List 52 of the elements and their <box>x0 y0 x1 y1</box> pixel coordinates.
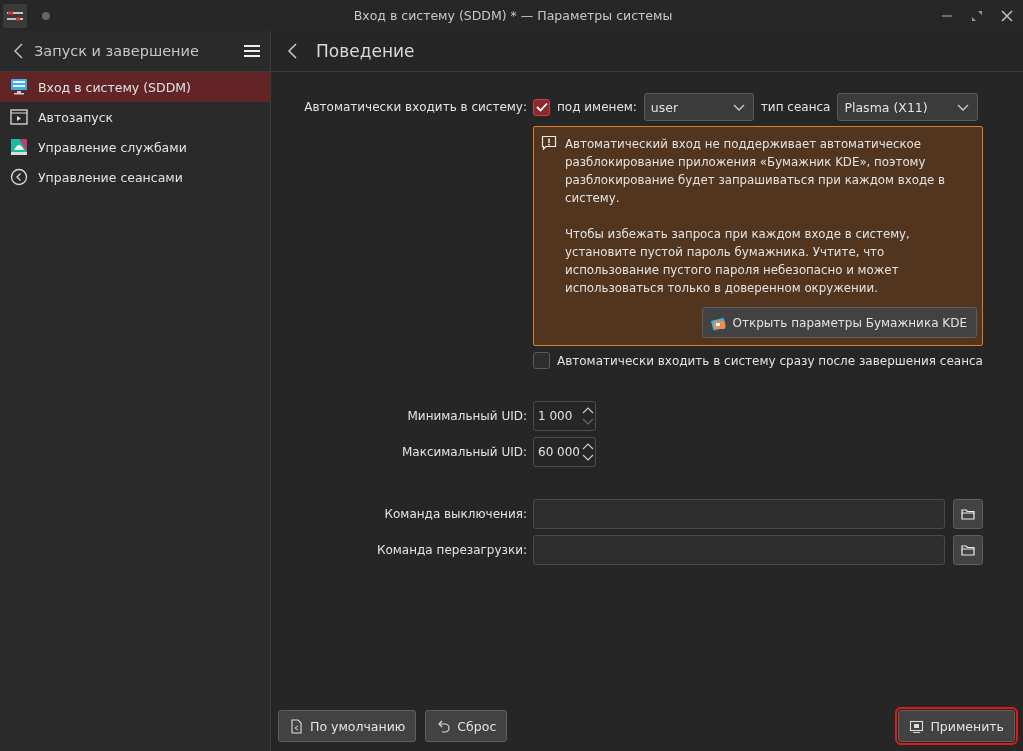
defaults-button[interactable]: По умолчанию <box>278 710 417 742</box>
field-label: под именем: <box>557 100 637 114</box>
warning-text: Автоматический вход не поддерживает автоматическое разблокирование приложения «Бумажник KDE», поэтому разблокирование будет запрашиваться при каждом входе в систему. <box>565 136 946 207</box>
monitor-icon <box>10 78 28 96</box>
close-icon <box>1000 8 1014 23</box>
sidebar-title: Запуск и завершение <box>34 43 200 59</box>
folder-icon <box>961 508 975 520</box>
menu-icon <box>244 44 260 58</box>
back-icon <box>12 42 24 60</box>
autostart-icon <box>10 108 28 126</box>
open-wallet-settings-button[interactable]: Открыть параметры Бумажника KDE <box>701 307 977 338</box>
window-title: Вход в систему (SDDM) * — Параметры системы <box>352 8 674 23</box>
undo-icon <box>436 718 452 734</box>
folder-icon <box>961 544 975 556</box>
field-label: Автоматически входить в систему: <box>303 100 527 114</box>
input-field[interactable] <box>533 535 945 565</box>
apply-button[interactable]: Применить <box>898 710 1015 742</box>
spin-box[interactable]: 1 000 <box>533 401 596 431</box>
warning-icon <box>541 135 557 151</box>
sidebar-item[interactable]: Управление службами <box>0 132 270 162</box>
reset-button[interactable]: Сброс <box>425 710 508 742</box>
apply-icon <box>909 718 925 734</box>
warning-text: Чтобы избежать запроса при каждом входе в систему, установите пустой пароль бумажника. Учтите, что использование пустого пароля небезопасно и может использоваться только в доверенном окружении. <box>565 226 911 297</box>
field-label: Команда перезагрузки: <box>375 543 527 557</box>
input-field[interactable] <box>533 499 945 529</box>
page-title: Поведение <box>316 41 415 61</box>
sidebar-item[interactable]: Вход в систему (SDDM) <box>0 72 270 102</box>
checkmark-icon <box>535 102 548 112</box>
document-icon <box>289 718 304 734</box>
field-label: Команда выключения: <box>383 507 527 521</box>
menu-button[interactable] <box>244 44 260 58</box>
browse-button[interactable] <box>953 535 983 565</box>
spin-box[interactable]: 60 000 <box>533 437 596 467</box>
back-icon <box>286 42 298 60</box>
pin-dot-icon <box>41 10 51 21</box>
back-button[interactable] <box>286 42 298 60</box>
minimize-icon <box>942 14 952 17</box>
dropdown[interactable]: user <box>643 93 754 121</box>
field-label: Максимальный UID: <box>400 445 527 459</box>
checkbox[interactable] <box>533 98 550 116</box>
sidebar-item[interactable]: Автозапуск <box>0 102 270 132</box>
back-circle-icon <box>10 168 28 186</box>
maximize-icon <box>970 8 984 23</box>
app-icon <box>3 3 27 28</box>
dropdown[interactable]: Plasma (X11) <box>837 93 979 121</box>
field-label: Минимальный UID: <box>406 409 527 423</box>
back-button[interactable] <box>12 42 24 60</box>
field-label: тип сеанса <box>760 100 831 114</box>
checkbox[interactable] <box>533 352 550 369</box>
checkbox-label: Автоматически входить в систему сразу после завершения сеанса <box>557 353 983 368</box>
browse-button[interactable] <box>953 499 983 529</box>
sidebar-item[interactable]: Управление сеансами <box>0 162 270 192</box>
